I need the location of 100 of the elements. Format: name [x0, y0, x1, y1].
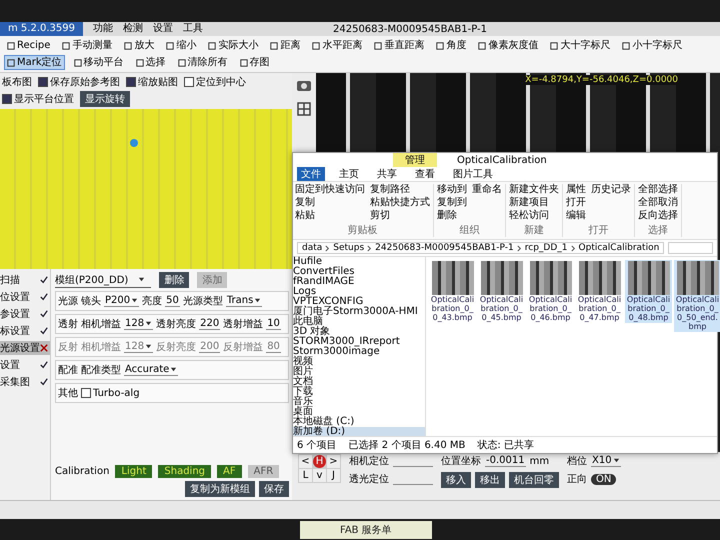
- move-button[interactable]: 机台回零: [509, 472, 559, 488]
- jog-key[interactable]: >: [327, 455, 340, 468]
- input-field[interactable]: 220: [199, 318, 220, 330]
- nav-item[interactable]: 3D 对象: [293, 327, 425, 337]
- search-field[interactable]: [668, 242, 713, 254]
- ribbon-tab[interactable]: 共享: [373, 167, 401, 181]
- jog-key[interactable]: J: [327, 469, 340, 482]
- step-item[interactable]: 参设置: [0, 307, 50, 321]
- nav-item[interactable]: fRandIMAGE: [293, 277, 425, 287]
- toolbar-button[interactable]: 存图: [236, 55, 273, 70]
- context-tab[interactable]: 管理: [393, 153, 437, 167]
- ribbon-tab[interactable]: 图片工具: [449, 167, 497, 181]
- nav-item[interactable]: VPTEXCONFIG: [293, 297, 425, 307]
- calibration-button[interactable]: Light: [115, 465, 152, 478]
- file-item[interactable]: OpticalCalibration_0_0_47.bmp: [576, 260, 623, 323]
- move-button[interactable]: 移出: [475, 472, 505, 488]
- toolbar-button[interactable]: 角度: [433, 38, 470, 53]
- toolbar-button[interactable]: 大十字标尺: [547, 38, 614, 53]
- ribbon-command[interactable]: 固定到快速访问: [295, 184, 365, 196]
- option-checkbox[interactable]: 显示平台位置: [2, 92, 74, 106]
- ribbon-tab[interactable]: 查看: [411, 167, 439, 181]
- nav-item[interactable]: STORM3000_IRreport: [293, 337, 425, 347]
- file-item[interactable]: OpticalCalibration_0_0_45.bmp: [478, 260, 525, 323]
- step-item[interactable]: 标设置: [0, 324, 50, 338]
- menu-item[interactable]: 设置: [153, 22, 173, 36]
- calibration-button[interactable]: AF: [217, 465, 242, 478]
- ribbon-command[interactable]: 全部取消: [638, 197, 678, 209]
- option-checkbox[interactable]: 定位到中心: [184, 75, 246, 89]
- nav-item[interactable]: 本地磁盘 (C:): [293, 417, 425, 427]
- gear-select[interactable]: X10: [591, 455, 621, 467]
- menu-item[interactable]: 功能: [93, 22, 113, 36]
- step-item[interactable]: 设置: [0, 358, 50, 372]
- ribbon-command[interactable]: 粘贴快捷方式: [370, 197, 430, 209]
- toolbar-button[interactable]: Mark定位: [4, 55, 65, 70]
- menu-item[interactable]: 检测: [123, 22, 143, 36]
- nav-item[interactable]: 厦门电子Storm3000A-HMI: [293, 307, 425, 317]
- nav-item[interactable]: 文档: [293, 377, 425, 387]
- toolbar-button[interactable]: 水平距离: [309, 38, 366, 53]
- toolbar-button[interactable]: 手动测量: [59, 38, 116, 53]
- ribbon-command[interactable]: 复制: [295, 197, 365, 209]
- ribbon-command[interactable]: 新建项目: [509, 197, 559, 209]
- nav-item[interactable]: Hufile: [293, 257, 425, 267]
- ribbon-command[interactable]: 移动到: [437, 184, 467, 196]
- jog-key[interactable]: H: [313, 455, 326, 468]
- ribbon-command[interactable]: 编辑: [566, 210, 586, 222]
- nav-item[interactable]: 下载: [293, 387, 425, 397]
- ribbon-tab[interactable]: 主页: [335, 167, 363, 181]
- grid-icon[interactable]: [296, 101, 312, 117]
- nav-item[interactable]: Storm3000image: [293, 347, 425, 357]
- toolbar-button[interactable]: 选择: [132, 55, 169, 70]
- breadcrumb-item[interactable]: rcp_DD_1: [524, 243, 568, 253]
- jog-key[interactable]: L: [299, 469, 312, 482]
- ribbon-command[interactable]: 全部选择: [638, 184, 678, 196]
- select-field[interactable]: 128: [124, 318, 154, 330]
- module-button[interactable]: 删除: [159, 272, 190, 288]
- ribbon-command[interactable]: 打开: [566, 197, 586, 209]
- breadcrumb-item[interactable]: Setups: [333, 243, 364, 253]
- ribbon-command[interactable]: 剪切: [370, 210, 430, 222]
- address-bar[interactable]: data Setups 24250683-M0009545BAB1-P-1 rcp_DD_1 OpticalCalibration: [297, 242, 664, 254]
- move-button[interactable]: 移入: [441, 472, 471, 488]
- breadcrumb-item[interactable]: OpticalCalibration: [578, 243, 660, 253]
- step-item[interactable]: 光源设置: [0, 341, 50, 355]
- input-field[interactable]: 10: [266, 318, 281, 330]
- step-item[interactable]: 位设置: [0, 290, 50, 304]
- turbo-checkbox[interactable]: Turbo-alg: [81, 388, 140, 398]
- show-rotation-button[interactable]: 显示旋转: [80, 91, 130, 107]
- action-button[interactable]: 保存: [259, 481, 289, 497]
- ribbon-command[interactable]: 新建文件夹: [509, 184, 559, 196]
- nav-item[interactable]: 视频: [293, 357, 425, 367]
- nav-item[interactable]: ConvertFiles: [293, 267, 425, 277]
- select-field[interactable]: Trans: [226, 295, 262, 307]
- calibration-button[interactable]: Shading: [158, 465, 212, 478]
- option-checkbox[interactable]: 缩放贴图: [126, 75, 178, 89]
- jog-key[interactable]: <: [299, 455, 312, 468]
- module-select[interactable]: 模组(P200_DD): [55, 272, 152, 288]
- toolbar-button[interactable]: Recipe: [4, 38, 54, 53]
- input-field[interactable]: 50: [165, 295, 180, 307]
- file-item[interactable]: OpticalCalibration_0_0_48.bmp: [625, 260, 672, 323]
- toolbar-button[interactable]: 距离: [267, 38, 304, 53]
- nav-item[interactable]: 桌面: [293, 407, 425, 417]
- select-field[interactable]: P200: [104, 295, 140, 307]
- ribbon-command[interactable]: 历史记录: [591, 184, 631, 196]
- ribbon-command[interactable]: 复制路径: [370, 184, 430, 196]
- nav-item[interactable]: 新加卷 (D:): [293, 427, 425, 437]
- file-item[interactable]: OpticalCalibration_0_0_46.bmp: [527, 260, 574, 323]
- toolbar-button[interactable]: 像素灰度值: [475, 38, 542, 53]
- ribbon-command[interactable]: 轻松访问: [509, 210, 559, 222]
- toolbar-button[interactable]: 小十字标尺: [619, 38, 686, 53]
- action-button[interactable]: 复制为新模组: [185, 481, 255, 497]
- step-item[interactable]: 采集图: [0, 375, 50, 389]
- direction-toggle[interactable]: ON: [591, 474, 616, 484]
- toolbar-button[interactable]: 移动平台: [70, 55, 127, 70]
- toolbar-button[interactable]: 实际大小: [205, 38, 262, 53]
- toolbar-button[interactable]: 清除所有: [174, 55, 231, 70]
- ribbon-command[interactable]: 属性: [566, 184, 586, 196]
- nav-item[interactable]: 音乐: [293, 397, 425, 407]
- breadcrumb-item[interactable]: 24250683-M0009545BAB1-P-1: [375, 243, 514, 253]
- toolbar-button[interactable]: 垂直距离: [371, 38, 428, 53]
- ribbon-command[interactable]: 粘贴: [295, 210, 365, 222]
- option-checkbox[interactable]: 保存原始参考图: [38, 75, 120, 89]
